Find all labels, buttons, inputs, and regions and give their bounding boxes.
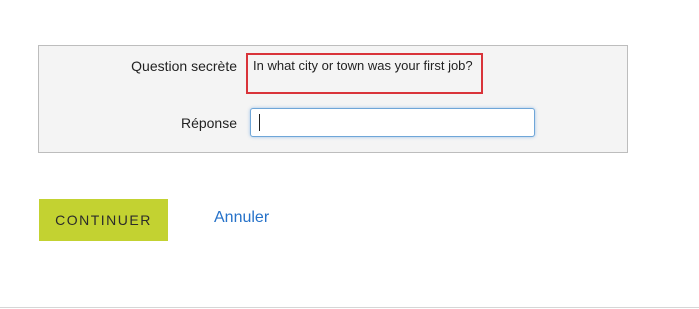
answer-input[interactable] — [250, 108, 535, 137]
question-label: Question secrète — [131, 58, 237, 74]
text-caret — [259, 114, 260, 131]
security-question-text: In what city or town was your first job? — [246, 53, 483, 94]
footer-divider — [0, 307, 699, 308]
cancel-link[interactable]: Annuler — [214, 209, 269, 227]
continue-button[interactable]: CONTINUER — [39, 199, 168, 241]
answer-label: Réponse — [180, 115, 237, 131]
security-question-form: Question secrète In what city or town wa… — [38, 45, 628, 153]
security-question-page: Question secrète In what city or town wa… — [0, 0, 699, 309]
